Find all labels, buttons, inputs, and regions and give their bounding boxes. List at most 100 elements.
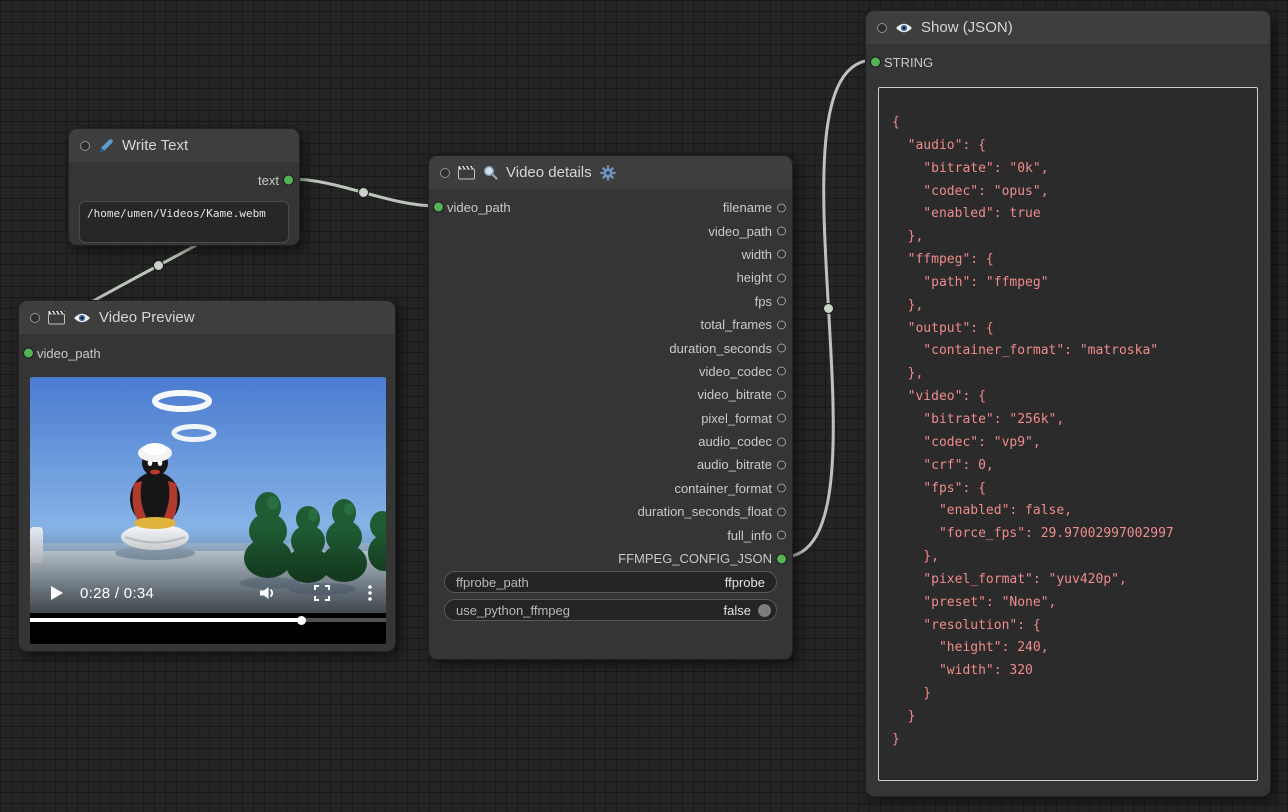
node-title: Video Preview <box>99 309 195 326</box>
link-midpoint-dot <box>359 188 369 198</box>
text-widget-value: /home/umen/Videos/Kame.webm <box>87 207 266 220</box>
fullscreen-button[interactable] <box>314 585 330 601</box>
output-slot-row: text <box>69 169 299 191</box>
output-slot-row: width <box>429 243 792 266</box>
output-slot-row: duration_seconds <box>429 336 792 359</box>
link-config-to-show-json <box>783 60 874 557</box>
input-slot-video-path[interactable] <box>24 349 33 358</box>
output-label: container_format <box>674 481 772 496</box>
collapse-toggle[interactable] <box>877 23 887 33</box>
output-slot-row: FFMPEG_CONFIG_JSON <box>429 547 792 570</box>
timeline-knob[interactable] <box>297 616 306 625</box>
magnifier-icon <box>483 165 498 180</box>
output-slot[interactable] <box>777 344 786 353</box>
output-slot[interactable] <box>777 414 786 423</box>
output-label: duration_seconds <box>669 341 772 356</box>
output-label: fps <box>755 294 772 309</box>
output-label: total_frames <box>700 317 772 332</box>
ffprobe-path-widget[interactable]: ffprobe_path ffprobe <box>444 571 777 593</box>
output-slot-row: pixel_format <box>429 407 792 430</box>
output-slot[interactable] <box>777 460 786 469</box>
toggle-knob[interactable] <box>758 604 771 617</box>
input-slot-string[interactable] <box>871 58 880 67</box>
output-slot[interactable] <box>777 531 786 540</box>
video-controls: 0:28 / 0:34 <box>30 575 386 611</box>
timeline-progress <box>30 618 302 622</box>
time-display: 0:28 / 0:34 <box>80 585 154 602</box>
output-slot[interactable] <box>777 203 786 212</box>
output-slot-row: full_info <box>429 523 792 546</box>
output-slot-row: duration_seconds_float <box>429 500 792 523</box>
input-label: STRING <box>884 55 933 70</box>
output-slot-ffmpeg-config-json[interactable] <box>777 554 786 563</box>
output-slot-row: video_codec <box>429 360 792 383</box>
output-slot[interactable] <box>777 437 786 446</box>
collapse-toggle[interactable] <box>30 313 40 323</box>
output-slot[interactable] <box>777 390 786 399</box>
link-midpoint-dot <box>824 304 834 314</box>
volume-button[interactable] <box>258 585 278 601</box>
node-title: Write Text <box>122 137 188 154</box>
output-slot[interactable] <box>777 507 786 516</box>
node-title: Show (JSON) <box>921 19 1013 36</box>
output-slot-row: height <box>429 266 792 289</box>
write-text-titlebar[interactable]: Write Text <box>69 129 299 162</box>
eye-icon <box>895 22 913 34</box>
output-slot[interactable] <box>777 250 786 259</box>
gear-icon <box>600 165 616 181</box>
output-slot[interactable] <box>777 367 786 376</box>
video-details-titlebar[interactable]: Video details <box>429 156 792 189</box>
output-slot-text[interactable] <box>284 176 293 185</box>
overflow-menu-button[interactable] <box>368 585 372 601</box>
collapse-toggle[interactable] <box>440 168 450 178</box>
output-slot-row: audio_codec <box>429 430 792 453</box>
output-label: full_info <box>727 528 772 543</box>
node-show-json[interactable]: Show (JSON) STRING { "audio": { "bitrate… <box>865 10 1271 797</box>
output-label: video_bitrate <box>698 387 772 402</box>
widget-label: ffprobe_path <box>456 575 529 590</box>
output-slot[interactable] <box>777 273 786 282</box>
output-slot-row: video_path <box>429 219 792 242</box>
node-video-preview[interactable]: Video Preview video_path <box>18 300 396 652</box>
output-label: audio_codec <box>698 434 772 449</box>
output-slot[interactable] <box>777 297 786 306</box>
video-timeline[interactable] <box>30 618 386 622</box>
play-button[interactable] <box>50 585 64 601</box>
input-label: video_path <box>37 346 101 361</box>
output-slot-row: total_frames <box>429 313 792 336</box>
use-python-ffmpeg-toggle[interactable]: use_python_ffmpeg false <box>444 599 777 621</box>
clapperboard-icon <box>458 165 475 180</box>
input-slot-row: video_path <box>19 342 101 364</box>
video-player[interactable]: 0:28 / 0:34 <box>30 377 386 644</box>
widget-label: use_python_ffmpeg <box>456 603 570 618</box>
widget-value: false <box>724 603 751 618</box>
node-video-details[interactable]: Video details video_path filename video_… <box>428 155 793 660</box>
output-label: width <box>742 247 772 262</box>
json-output-view[interactable]: { "audio": { "bitrate": "0k", "codec": "… <box>878 87 1258 781</box>
pen-icon <box>98 138 114 154</box>
video-preview-titlebar[interactable]: Video Preview <box>19 301 395 334</box>
output-label: video_codec <box>699 364 772 379</box>
output-label: FFMPEG_CONFIG_JSON <box>618 551 772 566</box>
output-slot[interactable] <box>777 227 786 236</box>
clapperboard-icon <box>48 310 65 325</box>
node-write-text[interactable]: Write Text text /home/umen/Videos/Kame.w… <box>68 128 300 246</box>
show-json-titlebar[interactable]: Show (JSON) <box>866 11 1270 44</box>
link-text-to-video-details <box>290 179 437 206</box>
output-label: text <box>258 173 279 188</box>
node-title: Video details <box>506 164 592 181</box>
output-label: pixel_format <box>701 411 772 426</box>
output-slot[interactable] <box>777 320 786 329</box>
collapse-toggle[interactable] <box>80 141 90 151</box>
output-slot[interactable] <box>777 484 786 493</box>
output-label: audio_bitrate <box>697 457 772 472</box>
node-graph-canvas[interactable]: Write Text text /home/umen/Videos/Kame.w… <box>0 0 1288 812</box>
output-label: video_path <box>708 224 772 239</box>
output-slot-row: audio_bitrate <box>429 453 792 476</box>
output-slot-row: filename <box>429 196 792 219</box>
output-slot-row: container_format <box>429 477 792 500</box>
link-midpoint-dot <box>154 261 164 271</box>
eye-icon <box>73 312 91 324</box>
output-slot-list: filename video_path width height fps tot… <box>429 196 792 570</box>
text-widget[interactable]: /home/umen/Videos/Kame.webm <box>79 201 289 243</box>
